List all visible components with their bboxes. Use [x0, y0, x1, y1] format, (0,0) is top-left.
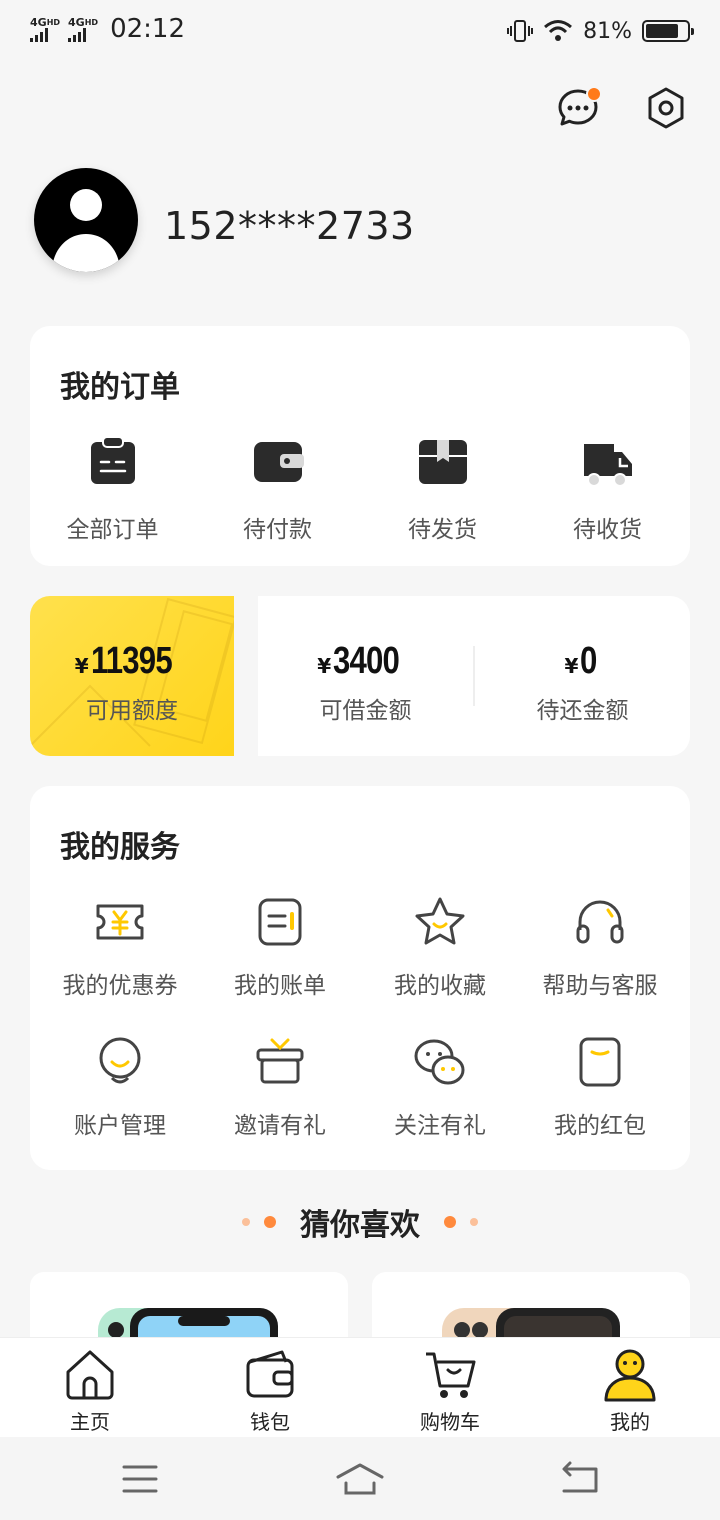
- service-bills[interactable]: 我的账单: [200, 894, 360, 1000]
- box-icon: [418, 440, 467, 484]
- tab-me[interactable]: 我的: [540, 1346, 720, 1435]
- menu-icon[interactable]: [116, 1457, 164, 1501]
- service-invite[interactable]: 邀请有礼: [200, 1034, 360, 1140]
- service-follow[interactable]: 关注有礼: [360, 1034, 520, 1140]
- decor-dot: [470, 1218, 478, 1226]
- orders-card: 我的订单 全部订单 待付款 待发货 待收货: [30, 326, 690, 566]
- wallet-icon: [246, 1350, 294, 1398]
- tab-cart[interactable]: 购物车: [360, 1346, 540, 1435]
- available-credit-value: 11395: [90, 640, 173, 682]
- credit-summary-card: ¥3400 可借金额 ¥0 待还金额: [258, 596, 690, 756]
- tab-home[interactable]: 主页: [0, 1346, 180, 1435]
- order-pending-shipment[interactable]: 待发货: [360, 434, 525, 544]
- decor-dot: [444, 1216, 456, 1228]
- red-packet-icon: [579, 1037, 621, 1087]
- username[interactable]: 152****2733: [164, 204, 415, 248]
- borrowable-amount[interactable]: ¥3400 可借金额: [258, 640, 473, 725]
- profile-icon: [604, 1349, 656, 1402]
- service-favorites[interactable]: 我的收藏: [360, 894, 520, 1000]
- recommend-title: 猜你喜欢: [300, 1208, 420, 1243]
- avatar[interactable]: [34, 168, 138, 272]
- services-card: 我的服务 我的优惠券 我的账单 我的收藏 帮助与客服 账户管理 邀请有礼 关注有…: [30, 786, 690, 1170]
- orders-title: 我的订单: [60, 370, 180, 405]
- new-message-badge: [586, 86, 602, 102]
- wechat-icon: [414, 1039, 465, 1085]
- account-icon: [99, 1037, 141, 1084]
- order-all[interactable]: 全部订单: [30, 434, 195, 544]
- battery-icon: [642, 20, 694, 42]
- service-help[interactable]: 帮助与客服: [520, 894, 680, 1000]
- service-coupons[interactable]: 我的优惠券: [40, 894, 200, 1000]
- borrowable-label: 可借金额: [319, 698, 412, 724]
- tab-wallet[interactable]: 钱包: [180, 1346, 360, 1435]
- headset-icon: [576, 900, 624, 944]
- borrowable-value: 3400: [333, 640, 400, 682]
- truck-icon: [583, 444, 632, 487]
- decor-dot: [242, 1218, 250, 1226]
- home-nav-icon[interactable]: [336, 1457, 384, 1501]
- back-icon[interactable]: [556, 1457, 604, 1501]
- available-credit-label: 可用额度: [86, 698, 178, 724]
- service-account[interactable]: 账户管理: [40, 1034, 200, 1140]
- vibrate-icon: [507, 20, 534, 42]
- star-icon: [415, 897, 465, 945]
- status-bar: 4G HD 4G HD 02:12 81%: [0, 0, 720, 64]
- service-red-packet[interactable]: 我的红包: [520, 1034, 680, 1140]
- chat-bubble-icon[interactable]: [554, 84, 602, 132]
- repay-label: 待还金额: [536, 698, 629, 724]
- repay-value: 0: [580, 640, 597, 682]
- bill-icon: [258, 898, 302, 946]
- wifi-icon: [544, 20, 573, 41]
- status-time: 02:12: [110, 14, 185, 44]
- order-pending-receipt[interactable]: 待收货: [525, 434, 690, 544]
- home-icon: [66, 1350, 114, 1400]
- signal-icon-2: 4G HD: [68, 17, 98, 42]
- recommend-header: 猜你喜欢: [0, 1200, 720, 1244]
- decor-dot: [264, 1216, 276, 1228]
- cart-icon: [426, 1352, 476, 1398]
- system-nav-bar: [0, 1437, 720, 1520]
- clipboard-icon: [90, 436, 135, 484]
- wallet-icon: [253, 442, 304, 482]
- available-credit-card[interactable]: ¥11395 可用额度: [30, 596, 234, 756]
- coupon-icon: [96, 904, 144, 940]
- gift-icon: [256, 1038, 304, 1084]
- tab-bar: 主页 钱包 购物车 我的: [0, 1337, 720, 1437]
- services-title: 我的服务: [60, 830, 180, 865]
- order-pending-payment[interactable]: 待付款: [195, 434, 360, 544]
- gear-icon[interactable]: [642, 84, 690, 132]
- repay-amount[interactable]: ¥0 待还金额: [475, 640, 690, 725]
- signal-icon: 4G HD: [30, 17, 60, 42]
- battery-percent: 81%: [583, 18, 632, 44]
